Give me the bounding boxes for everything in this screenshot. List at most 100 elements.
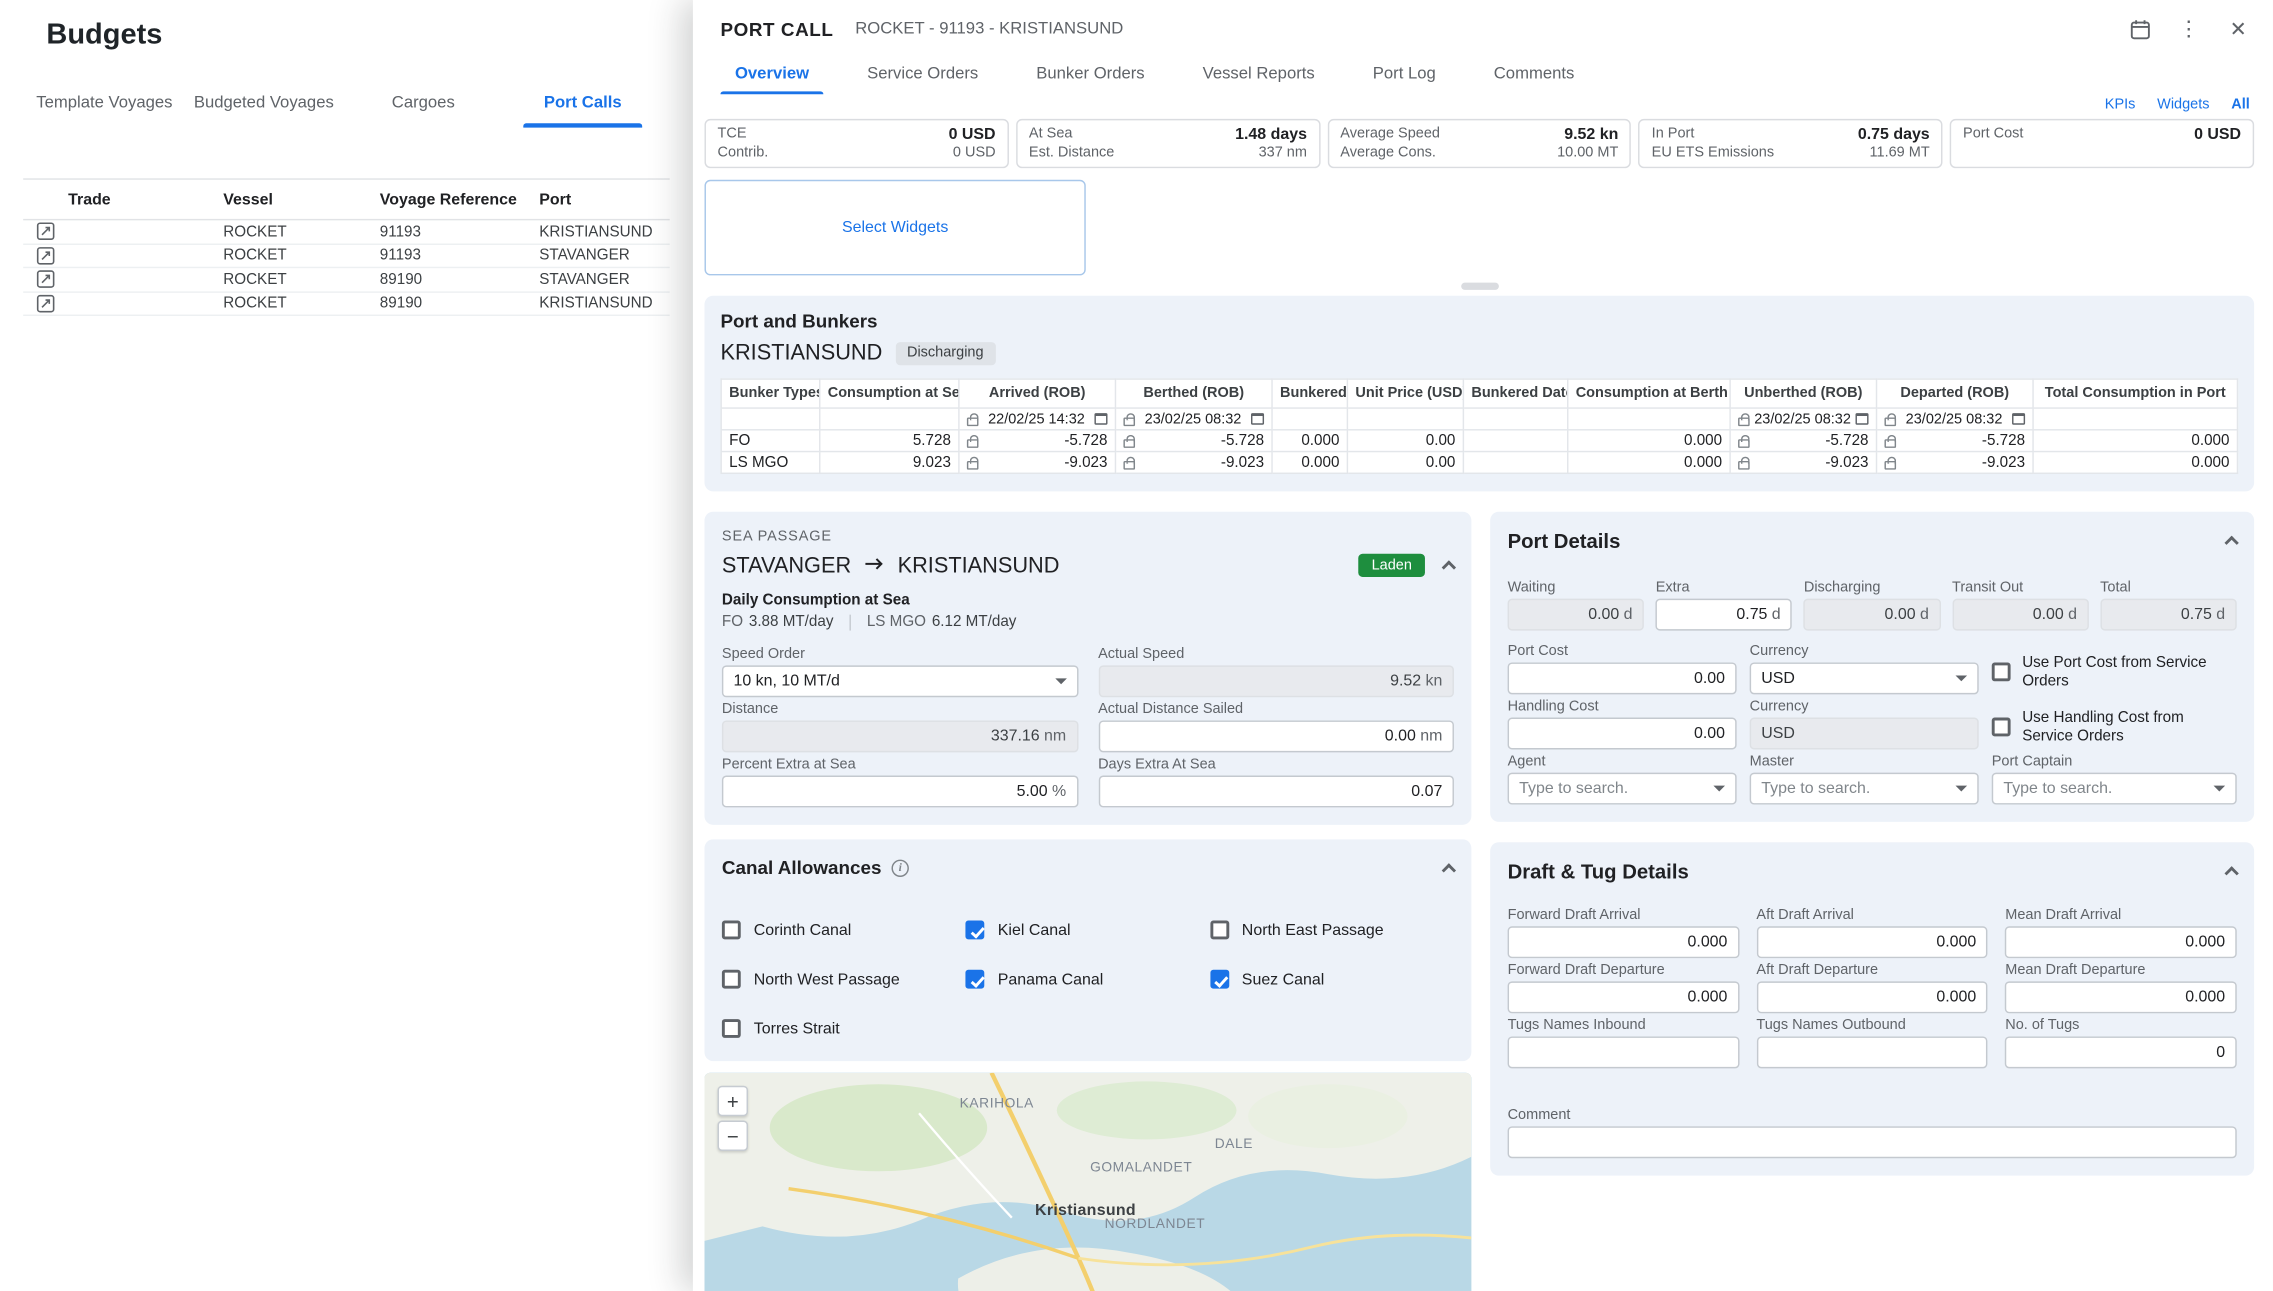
filter-all[interactable]: All [2231,97,2250,113]
aft-draft-arrival-field[interactable]: 0.000 [1756,926,1987,958]
bunkered-date[interactable] [1463,430,1567,452]
collapse-icon[interactable] [2224,536,2238,550]
port-captain-select[interactable]: Type to search. [1992,773,2237,805]
table-row[interactable]: ROCKET 89190 KRISTIANSUND [23,292,670,316]
aft-draft-departure-field[interactable]: 0.000 [1756,981,1987,1013]
zoom-in-button[interactable]: + [718,1086,748,1116]
collapse-icon[interactable] [2224,866,2238,880]
berthed-date-cell[interactable]: 23/02/25 08:32 [1115,408,1272,430]
filter-kpis[interactable]: KPIs [2105,97,2136,113]
master-select[interactable]: Type to search. [1750,773,1979,805]
resize-handle[interactable] [1460,283,1498,290]
table-row[interactable]: ROCKET 91193 STAVANGER [23,244,670,268]
column-header: Departed (ROB) [1877,379,2034,408]
consumption-at-berth[interactable]: 0.000 [1568,452,1730,474]
tab-port-calls[interactable]: Port Calls [503,83,662,128]
forward-draft-arrival-field[interactable]: 0.000 [1508,926,1739,958]
arrived-date[interactable]: 22/02/25 14:32 [983,411,1090,427]
close-icon[interactable]: ✕ [2225,16,2251,42]
tab-vessel-reports[interactable]: Vessel Reports [1174,58,1344,94]
actual-distance-sailed-field[interactable]: 0.00nm [1098,720,1454,752]
checkbox[interactable] [722,970,741,989]
cell-port: STAVANGER [539,271,669,288]
unberthed-date-cell[interactable]: 23/02/25 08:32 [1730,408,1876,430]
calendar-icon[interactable] [2012,413,2025,425]
open-port-call-icon[interactable] [35,269,57,291]
checkbox[interactable] [1992,663,2011,682]
consumption-at-sea[interactable]: 5.728 [820,430,959,452]
map-canvas[interactable] [705,1073,1472,1291]
checkbox[interactable] [966,970,985,989]
calendar-icon[interactable] [1855,413,1868,425]
field-label: Comment [1508,1107,2237,1123]
collapse-icon[interactable] [1442,560,1456,574]
bunkered[interactable]: 0.000 [1272,452,1347,474]
berthed-date[interactable]: 23/02/25 08:32 [1139,411,1246,427]
open-port-call-icon[interactable] [35,221,57,243]
checkbox[interactable] [722,920,741,939]
field-label: Aft Draft Departure [1756,963,1987,979]
consumption-at-sea[interactable]: 9.023 [820,452,959,474]
bunkered[interactable]: 0.000 [1272,430,1347,452]
port-cost-currency-select[interactable]: USD [1750,662,1979,694]
tab-comments[interactable]: Comments [1465,58,1604,94]
more-options-icon[interactable]: ⋮ [2176,16,2202,42]
days-extra-at-sea-field[interactable]: 0.07 [1098,776,1454,808]
no-of-tugs-field[interactable]: 0 [2005,1036,2236,1068]
handling-cost-field[interactable]: 0.00 [1508,718,1737,750]
unit-price[interactable]: 0.00 [1347,452,1463,474]
checkbox[interactable] [1992,718,2011,737]
table-row[interactable]: ROCKET 91193 KRISTIANSUND [23,220,670,244]
open-port-call-icon[interactable] [35,245,57,267]
cell-vessel: ROCKET [223,223,380,240]
filter-widgets[interactable]: Widgets [2157,97,2209,113]
open-port-call-icon[interactable] [35,292,57,314]
speed-order-select[interactable]: 10 kn, 10 MT/d [722,665,1078,697]
field-label: Extra [1656,580,1793,596]
arrived-date-cell[interactable]: 22/02/25 14:32 [959,408,1116,430]
checkbox[interactable] [1210,970,1229,989]
tab-budgeted-voyages[interactable]: Budgeted Voyages [184,83,343,128]
bunkered-date[interactable] [1463,452,1567,474]
unit-price[interactable]: 0.00 [1347,430,1463,452]
tugs-names-outbound-field[interactable] [1756,1036,1987,1068]
percent-extra-at-sea-field[interactable]: 5.00% [722,776,1078,808]
calendar-icon[interactable] [1251,413,1264,425]
tugs-names-inbound-field[interactable] [1508,1036,1739,1068]
comment-field[interactable] [1508,1126,2237,1158]
mean-draft-arrival-field[interactable]: 0.000 [2005,926,2236,958]
field-label: Discharging [1804,580,1941,596]
tab-port-log[interactable]: Port Log [1344,58,1465,94]
extra-days-field[interactable]: 0.75d [1656,599,1793,631]
zoom-out-button[interactable]: − [718,1121,748,1151]
tab-template-voyages[interactable]: Template Voyages [25,83,184,128]
tab-cargoes[interactable]: Cargoes [344,83,503,128]
checkbox[interactable] [966,920,985,939]
map-label: NORDLANDET [1105,1216,1206,1232]
tab-bunker-orders[interactable]: Bunker Orders [1007,58,1173,94]
forward-draft-departure-field[interactable]: 0.000 [1508,981,1739,1013]
calendar-icon[interactable] [1094,413,1107,425]
checkbox[interactable] [1210,920,1229,939]
use-port-cost-option: Use Port Cost from Service Orders [1992,653,2237,694]
calendar-icon[interactable] [2127,16,2153,42]
collapse-icon[interactable] [1442,863,1456,877]
table-row[interactable]: ROCKET 89190 STAVANGER [23,268,670,292]
field-label: Mean Draft Departure [2005,963,2236,979]
consumption-at-berth[interactable]: 0.000 [1568,430,1730,452]
column-header: Consumption at Berth [1568,379,1730,408]
select-widgets-link[interactable]: Select Widgets [842,219,948,236]
unberthed-date[interactable]: 23/02/25 08:32 [1754,411,1851,427]
tab-service-orders[interactable]: Service Orders [838,58,1007,94]
port-map[interactable]: KARIHOLA DALE GOMALANDET Kristiansund NO… [705,1073,1472,1291]
departed-date[interactable]: 23/02/25 08:32 [1900,411,2007,427]
mean-draft-departure-field[interactable]: 0.000 [2005,981,2236,1013]
departed-date-cell[interactable]: 23/02/25 08:32 [1877,408,2034,430]
port-cost-field[interactable]: 0.00 [1508,662,1737,694]
checkbox[interactable] [722,1019,741,1038]
departed-rob: -9.023 [1877,452,2034,474]
info-icon[interactable]: i [892,859,909,876]
agent-select[interactable]: Type to search. [1508,773,1737,805]
tab-overview[interactable]: Overview [706,58,838,94]
lock-icon [1738,417,1750,426]
